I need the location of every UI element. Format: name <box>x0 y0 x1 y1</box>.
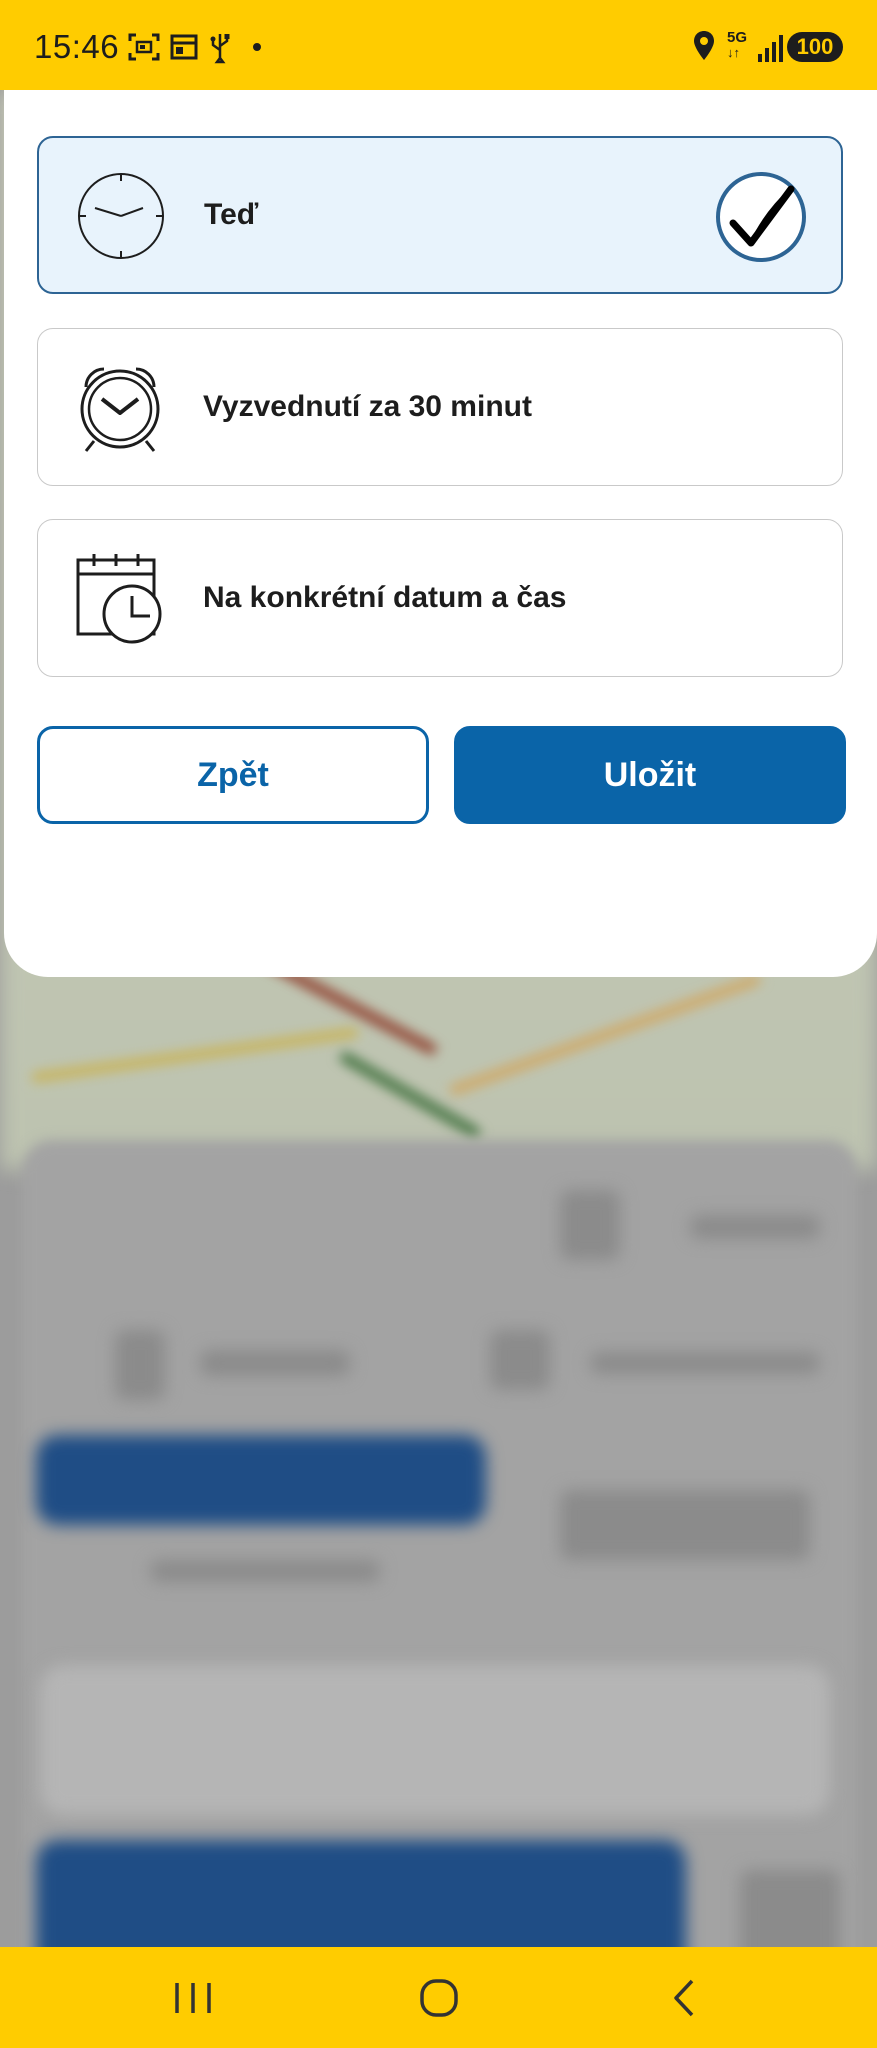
back-icon[interactable] <box>654 1975 714 2021</box>
battery-indicator: 100 <box>787 32 843 62</box>
background-item <box>690 1215 820 1239</box>
save-button[interactable]: Uložit <box>454 726 846 824</box>
option-label: Vyzvednutí za 30 minut <box>203 390 532 423</box>
network-arrows: ↓↑ <box>727 45 740 60</box>
option-now[interactable]: Teď <box>37 136 843 294</box>
background-item <box>150 1560 380 1582</box>
navigation-bar <box>0 1947 877 2048</box>
home-icon[interactable] <box>409 1975 469 2021</box>
background-item <box>590 1352 820 1374</box>
location-icon <box>694 31 714 60</box>
background-item <box>740 1870 840 1947</box>
background-item <box>560 1490 810 1560</box>
background-button <box>36 1435 486 1525</box>
network-type: 5G ↓↑ <box>727 30 747 60</box>
status-time: 15:46 <box>34 28 120 65</box>
back-button[interactable]: Zpět <box>37 726 429 824</box>
network-label: 5G <box>727 29 748 46</box>
dot-icon <box>253 43 261 51</box>
background-item <box>560 1190 620 1260</box>
calendar-clock-icon <box>76 554 162 644</box>
pickup-time-sheet: Teď Vyzvednutí za 30 minut Na konkrétní … <box>4 88 877 977</box>
recent-apps-icon[interactable] <box>163 1975 223 2021</box>
background-item <box>115 1330 165 1400</box>
screenshot-icon <box>128 33 160 61</box>
status-bar: 15:46 5G ↓↑ 100 <box>0 0 877 90</box>
option-label: Na konkrétní datum a čas <box>203 581 567 614</box>
option-specific-datetime[interactable]: Na konkrétní datum a čas <box>37 519 843 677</box>
alarm-clock-icon <box>80 367 160 452</box>
option-pickup-30-min[interactable]: Vyzvednutí za 30 minut <box>37 328 843 486</box>
background-item <box>490 1330 550 1390</box>
option-label: Teď <box>204 198 259 231</box>
clock-icon <box>78 173 164 259</box>
background-button <box>36 1840 686 1947</box>
calendar-icon <box>170 34 198 60</box>
background-item <box>200 1350 350 1376</box>
background-panel <box>40 1665 830 1815</box>
check-icon <box>716 172 806 262</box>
usb-icon <box>210 34 230 64</box>
signal-icon <box>758 35 783 62</box>
